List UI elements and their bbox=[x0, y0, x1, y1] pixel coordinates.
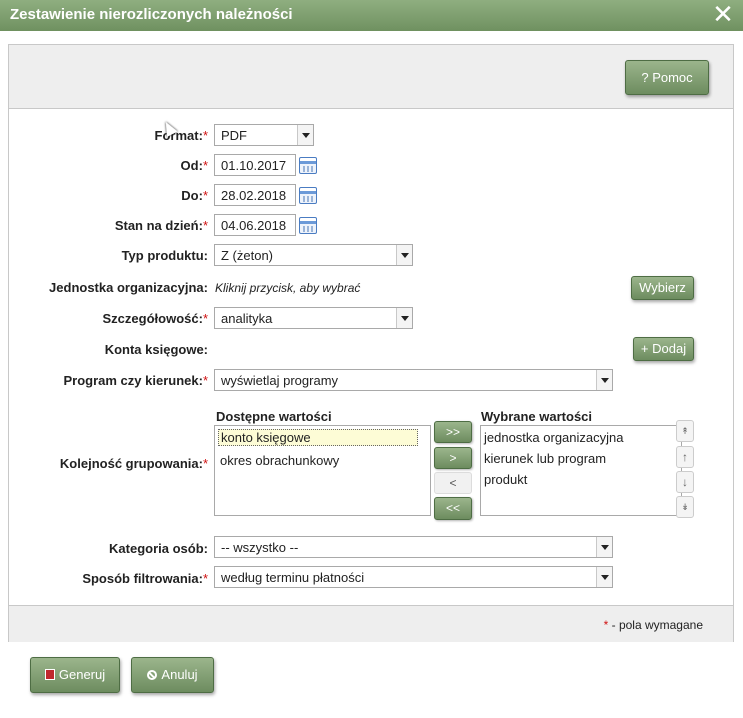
dodaj-button-label: Dodaj bbox=[652, 341, 687, 356]
do-label: Do:* bbox=[181, 188, 208, 203]
typ-label-text: Typ produktu: bbox=[121, 248, 208, 263]
list-item[interactable]: okres obrachunkowy bbox=[220, 453, 339, 468]
required-note-bar: * - pola wymagane bbox=[9, 605, 733, 642]
jednostka-hint: Kliknij przycisk, aby wybrać bbox=[215, 281, 361, 295]
filtr-label-text: Sposób filtrowania: bbox=[82, 571, 203, 586]
required-note: * - pola wymagane bbox=[604, 618, 703, 632]
stan-label: Stan na dzień:* bbox=[115, 218, 208, 233]
program-label: Program czy kierunek:* bbox=[63, 373, 208, 388]
od-date-input[interactable]: 01.10.2017 bbox=[214, 154, 296, 176]
required-star: * bbox=[202, 158, 208, 173]
move-all-left-button[interactable]: << bbox=[434, 497, 472, 520]
help-button-label: Pomoc bbox=[652, 70, 693, 85]
jednostka-label-text: Jednostka organizacyjna: bbox=[49, 280, 208, 295]
move-down-icon[interactable]: ↓ bbox=[676, 471, 694, 493]
calendar-icon[interactable] bbox=[299, 217, 317, 234]
move-left-button[interactable]: < bbox=[434, 472, 472, 494]
dialog-titlebar: Zestawienie nierozliczonych należności ✕ bbox=[0, 0, 743, 31]
cancel-icon bbox=[147, 670, 158, 680]
list-item[interactable]: produkt bbox=[484, 472, 527, 487]
calendar-icon[interactable] bbox=[299, 157, 317, 174]
filtr-value: według terminu płatności bbox=[221, 570, 365, 585]
generate-button[interactable]: Generuj bbox=[30, 657, 120, 693]
filtr-label: Sposób filtrowania:* bbox=[82, 571, 208, 586]
close-icon[interactable]: ✕ bbox=[711, 1, 735, 27]
required-note-text: - pola wymagane bbox=[611, 618, 703, 632]
list-item[interactable]: jednostka organizacyjna bbox=[484, 430, 623, 445]
od-value: 01.10.2017 bbox=[221, 158, 287, 173]
required-star: * bbox=[202, 571, 208, 586]
required-star: * bbox=[603, 618, 609, 632]
stan-date-input[interactable]: 04.06.2018 bbox=[214, 214, 296, 236]
chevron-down-icon[interactable] bbox=[596, 370, 612, 390]
toolbar: ? Pomoc bbox=[9, 45, 733, 109]
required-star: * bbox=[202, 311, 208, 326]
kategoria-value: -- wszystko -- bbox=[221, 540, 299, 555]
format-select[interactable]: PDF bbox=[214, 124, 314, 146]
od-label: Od:* bbox=[181, 158, 208, 173]
grouping-label-text: Kolejność grupowania: bbox=[59, 456, 203, 471]
kategoria-select[interactable]: -- wszystko -- bbox=[214, 536, 613, 558]
required-star: * bbox=[202, 456, 208, 471]
filtr-select[interactable]: według terminu płatności bbox=[214, 566, 613, 588]
list-item[interactable]: konto księgowe bbox=[218, 429, 418, 446]
chevron-down-icon[interactable] bbox=[596, 567, 612, 587]
report-dialog: Zestawienie nierozliczonych należności ✕… bbox=[0, 0, 743, 718]
help-button[interactable]: ? Pomoc bbox=[625, 60, 709, 95]
szczegolowosc-label: Szczegółowość:* bbox=[103, 311, 208, 326]
move-top-icon[interactable]: ↟ bbox=[676, 420, 694, 442]
plus-icon: + bbox=[640, 341, 649, 356]
stan-value: 04.06.2018 bbox=[221, 218, 287, 233]
chevron-down-icon[interactable] bbox=[396, 308, 412, 328]
help-icon: ? bbox=[641, 70, 649, 85]
szczegolowosc-value: analityka bbox=[221, 311, 273, 326]
kategoria-label: Kategoria osób: bbox=[109, 541, 208, 556]
szczegolowosc-select[interactable]: analityka bbox=[214, 307, 413, 329]
szczegolowosc-label-text: Szczegółowość: bbox=[102, 311, 203, 326]
wybierz-button-label: Wybierz bbox=[639, 280, 686, 295]
typ-value: Z (żeton) bbox=[221, 248, 274, 263]
move-bottom-icon[interactable]: ↡ bbox=[676, 496, 694, 518]
program-value: wyświetlaj programy bbox=[221, 373, 339, 388]
stan-label-text: Stan na dzień: bbox=[114, 218, 203, 233]
move-all-right-button[interactable]: >> bbox=[434, 421, 472, 443]
required-star: * bbox=[202, 218, 208, 233]
generate-button-label: Generuj bbox=[58, 667, 106, 682]
move-up-icon[interactable]: ↑ bbox=[676, 446, 694, 468]
available-header: Dostępne wartości bbox=[216, 409, 332, 424]
konta-label-text: Konta księgowe: bbox=[104, 342, 208, 357]
required-star: * bbox=[202, 373, 208, 388]
dodaj-button[interactable]: + Dodaj bbox=[633, 337, 694, 361]
available-listbox[interactable]: konto księgowe okres obrachunkowy bbox=[214, 425, 431, 516]
format-value: PDF bbox=[221, 128, 247, 143]
jednostka-label: Jednostka organizacyjna: bbox=[49, 280, 208, 295]
chevron-down-icon[interactable] bbox=[396, 245, 412, 265]
cancel-button[interactable]: Anuluj bbox=[131, 657, 214, 693]
wybierz-button[interactable]: Wybierz bbox=[631, 276, 694, 300]
cancel-button-label: Anuluj bbox=[161, 667, 198, 682]
do-label-text: Do: bbox=[181, 188, 203, 203]
konta-label: Konta księgowe: bbox=[105, 342, 208, 357]
selected-listbox[interactable]: jednostka organizacyjna kierunek lub pro… bbox=[480, 425, 682, 516]
typ-select[interactable]: Z (żeton) bbox=[214, 244, 413, 266]
program-label-text: Program czy kierunek: bbox=[63, 373, 203, 388]
selected-header: Wybrane wartości bbox=[481, 409, 593, 424]
calendar-icon[interactable] bbox=[299, 187, 317, 204]
required-star: * bbox=[202, 188, 208, 203]
kategoria-label-text: Kategoria osób: bbox=[109, 541, 208, 556]
move-right-button[interactable]: > bbox=[434, 447, 472, 469]
do-date-input[interactable]: 28.02.2018 bbox=[214, 184, 296, 206]
chevron-down-icon[interactable] bbox=[596, 537, 612, 557]
typ-label: Typ produktu: bbox=[122, 248, 208, 263]
required-star: * bbox=[202, 128, 208, 143]
grouping-label: Kolejność grupowania:* bbox=[60, 456, 208, 471]
chevron-down-icon[interactable] bbox=[297, 125, 313, 145]
od-label-text: Od: bbox=[180, 158, 203, 173]
list-item[interactable]: kierunek lub program bbox=[484, 451, 606, 466]
pdf-icon bbox=[44, 669, 55, 680]
dialog-title: Zestawienie nierozliczonych należności bbox=[10, 6, 293, 23]
do-value: 28.02.2018 bbox=[221, 188, 287, 203]
format-label-text: Format: bbox=[154, 128, 203, 143]
program-select[interactable]: wyświetlaj programy bbox=[214, 369, 613, 391]
